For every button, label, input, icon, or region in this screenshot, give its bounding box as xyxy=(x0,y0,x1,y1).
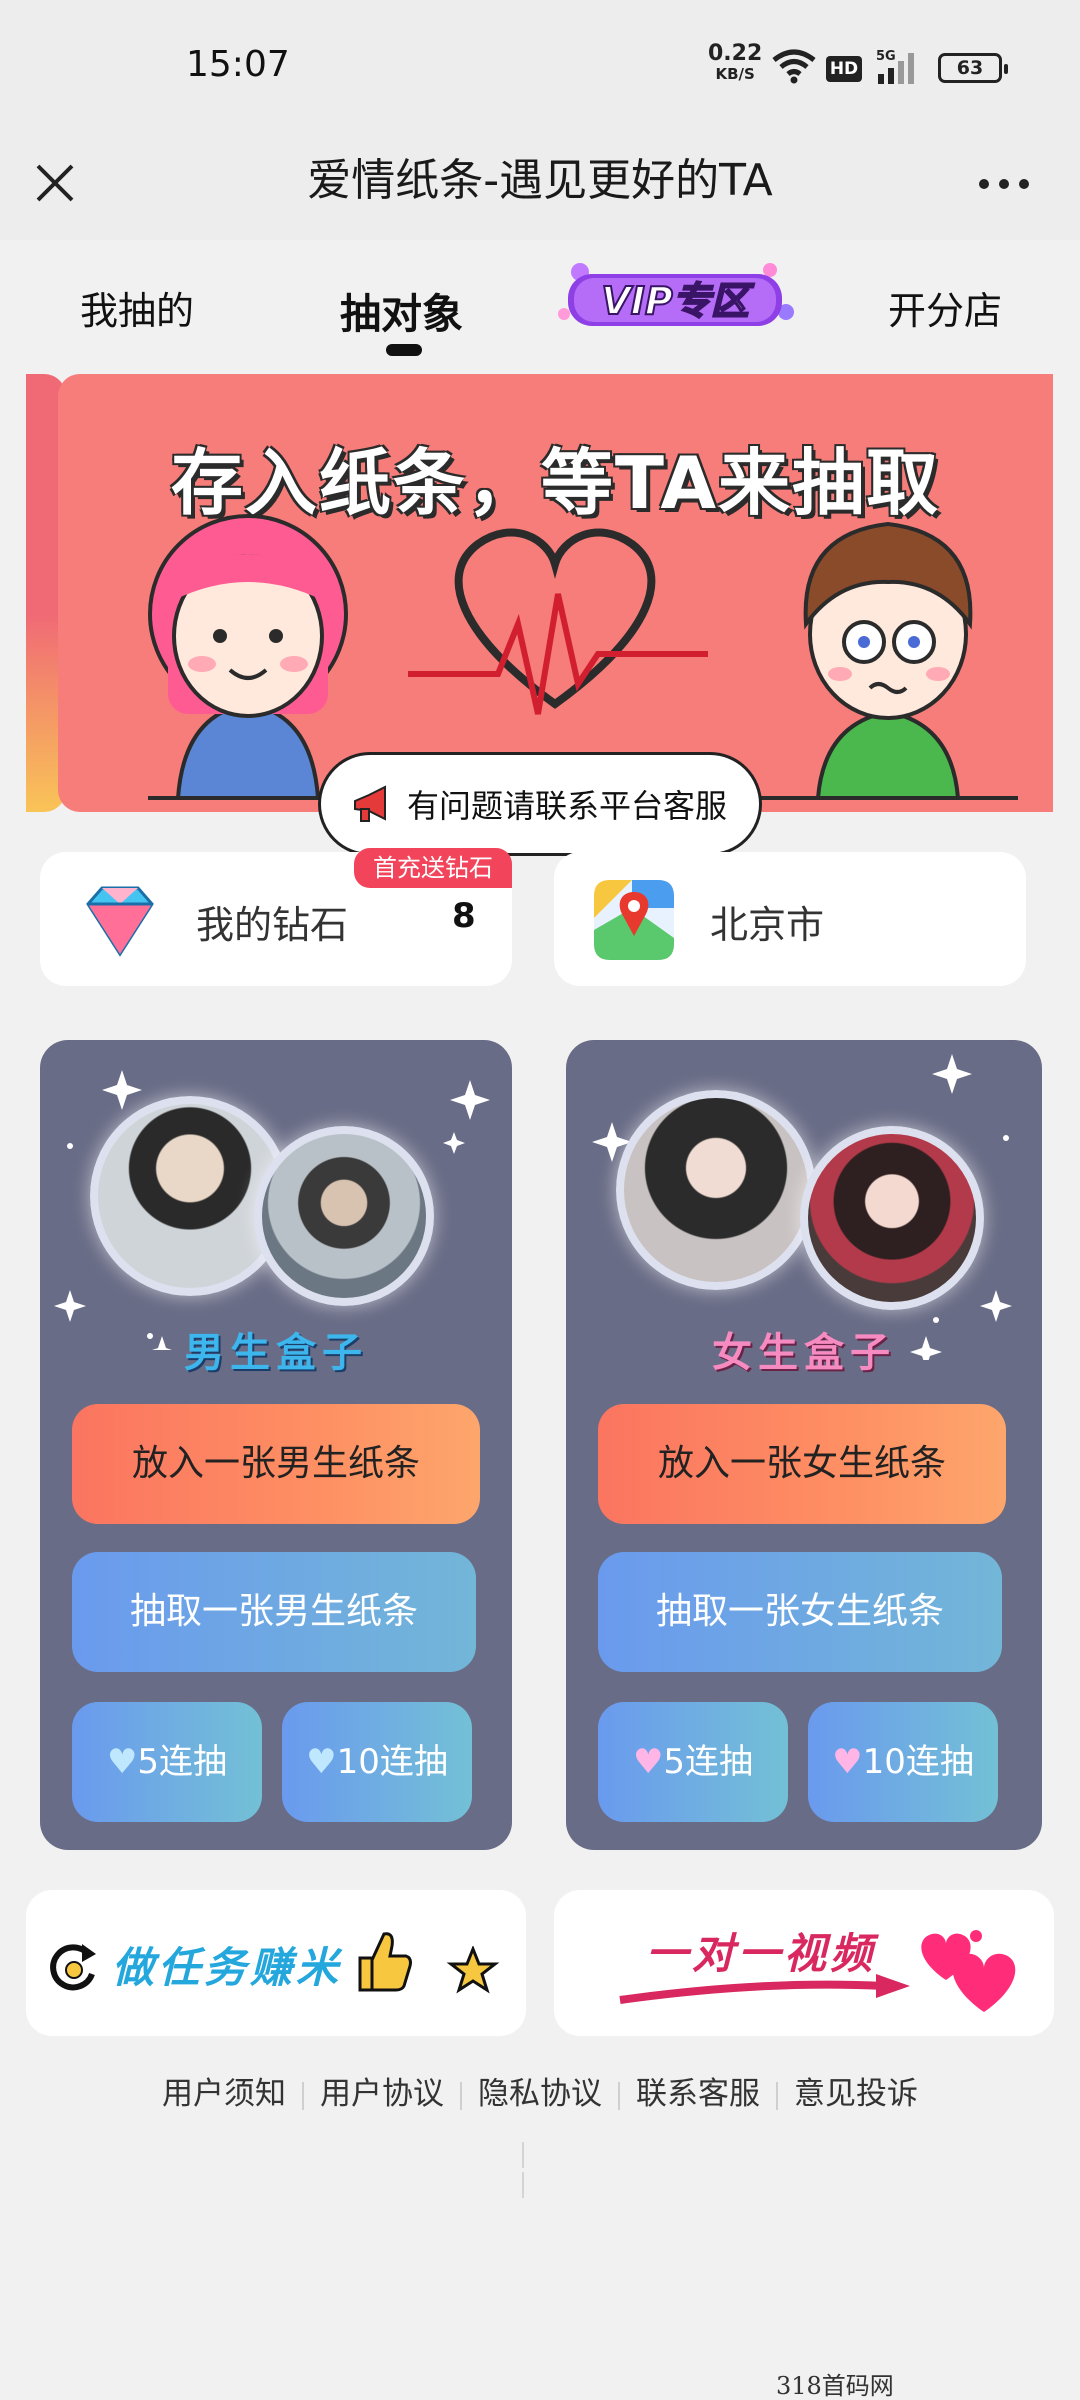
page-title: 爱情纸条-遇见更好的TA xyxy=(307,155,773,206)
girl-draw5-button[interactable]: ♥5连抽 xyxy=(598,1702,788,1822)
city-card[interactable]: 北京市 xyxy=(554,852,1026,986)
task-promo-text: 做任务赚米 xyxy=(112,1943,343,1992)
link-privacy[interactable]: 隐私协议 xyxy=(464,2068,616,2113)
footer-links: 用户须知 用户协议 隐私协议 联系客服 意见投诉 xyxy=(0,2068,1080,2113)
tab-vip[interactable]: VIP专区 xyxy=(550,252,800,338)
divider xyxy=(460,2081,462,2110)
girl-draw5-label: 5连抽 xyxy=(663,1742,754,1782)
girl-draw10-label: 10连抽 xyxy=(862,1742,974,1782)
boy-draw5-button[interactable]: ♥5连抽 xyxy=(72,1702,262,1822)
boy-cartoon xyxy=(803,521,973,800)
boy-draw5-label: 5连抽 xyxy=(137,1742,228,1782)
girl-draw10-button[interactable]: ♥10连抽 xyxy=(808,1702,998,1822)
vip-label: VIP专区 xyxy=(601,279,754,323)
link-contact-support[interactable]: 联系客服 xyxy=(622,2068,774,2113)
put-boy-note-button[interactable]: 放入一张男生纸条 xyxy=(72,1404,480,1524)
support-notice[interactable]: 有问题请联系平台客服 xyxy=(318,752,762,856)
battery-icon: 63 xyxy=(938,53,1008,83)
status-bar: 15:07 0.22 KB/S HD 5G 63 xyxy=(0,0,1080,136)
tab-draw[interactable]: 抽对象 xyxy=(340,280,463,356)
heart-pulse xyxy=(408,528,708,715)
divider xyxy=(522,2142,562,2198)
link-user-notice[interactable]: 用户须知 xyxy=(148,2068,300,2113)
link-user-agreement[interactable]: 用户协议 xyxy=(306,2068,458,2113)
boy-box-panel: 男生盒子 放入一张男生纸条 抽取一张男生纸条 ♥5连抽 ♥10连抽 xyxy=(40,1040,512,1850)
tab-mine[interactable]: 我抽的 xyxy=(80,280,194,335)
put-girl-note-button[interactable]: 放入一张女生纸条 xyxy=(598,1404,1006,1524)
map-icon xyxy=(594,880,674,960)
signal-type: 5G xyxy=(876,49,896,64)
boy-box-title: 男生盒子 xyxy=(184,1330,368,1376)
refresh-icon xyxy=(50,1944,96,1991)
first-recharge-badge: 首充送钻石 xyxy=(354,848,512,888)
status-time: 15:07 xyxy=(186,44,290,85)
draw-girl-note-button[interactable]: 抽取一张女生纸条 xyxy=(598,1552,1002,1672)
boy-draw10-button[interactable]: ♥10连抽 xyxy=(282,1702,472,1822)
link-feedback[interactable]: 意见投诉 xyxy=(780,2068,932,2113)
network-speed-unit: KB/S xyxy=(715,65,755,83)
more-icon[interactable] xyxy=(974,174,1034,194)
girl-box-panel: 女生盒子 放入一张女生纸条 抽取一张女生纸条 ♥5连抽 ♥10连抽 xyxy=(566,1040,1042,1850)
heart-icon: ♥ xyxy=(106,1742,138,1782)
tab-bar: 我抽的 抽对象 VIP专区 开分店 xyxy=(0,240,1080,370)
support-notice-text: 有问题请联系平台客服 xyxy=(407,787,728,825)
watermark: 318首码网 www.E318.com xyxy=(776,2372,894,2400)
girl-avatar-2 xyxy=(800,1126,984,1310)
heart-icon: ♥ xyxy=(832,1742,863,1782)
girl-box-title: 女生盒子 xyxy=(712,1330,896,1376)
network-speed: 0.22 KB/S xyxy=(708,41,763,84)
divider xyxy=(776,2081,778,2110)
network-speed-value: 0.22 xyxy=(708,41,763,66)
banner[interactable]: 存入纸条，等TA来抽取 xyxy=(58,374,1053,812)
heart-icon: ♥ xyxy=(306,1742,337,1782)
diamond-count: 8 xyxy=(452,896,476,936)
tab-shop[interactable]: 开分店 xyxy=(888,280,1002,335)
hd-icon: HD xyxy=(826,56,862,82)
heart-icon: ♥ xyxy=(632,1742,664,1782)
diamond-label: 我的钻石 xyxy=(196,903,349,947)
task-promo[interactable]: 做任务赚米 xyxy=(26,1890,526,2036)
banner-illustration xyxy=(148,514,1018,800)
video-promo[interactable]: 一对一视频 xyxy=(554,1890,1054,2036)
megaphone-icon xyxy=(354,785,386,822)
star-icon xyxy=(446,1946,500,1994)
divider xyxy=(618,2081,620,2110)
thumbs-up-icon xyxy=(358,1932,412,1992)
diamond-icon xyxy=(86,886,154,957)
girl-cartoon xyxy=(148,514,348,800)
boy-draw10-label: 10连抽 xyxy=(336,1742,448,1782)
arrow-icon xyxy=(619,1974,910,2004)
divider xyxy=(302,2081,304,2110)
city-label: 北京市 xyxy=(710,903,825,947)
signal-icon: 5G xyxy=(876,49,914,84)
girl-avatar-1 xyxy=(616,1090,816,1290)
hearts-icon xyxy=(921,1930,1016,2012)
boy-avatar-2 xyxy=(254,1126,434,1306)
title-bar: 爱情纸条-遇见更好的TA xyxy=(0,136,1080,240)
draw-boy-note-button[interactable]: 抽取一张男生纸条 xyxy=(72,1552,476,1672)
wifi-icon xyxy=(772,49,816,84)
